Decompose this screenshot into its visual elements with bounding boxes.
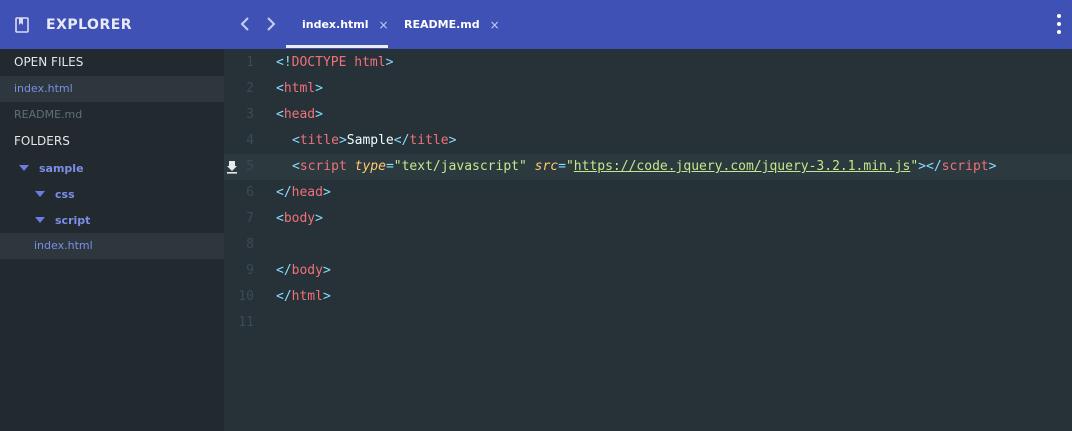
code-line: 3 <head> xyxy=(224,102,1072,128)
line-number: 3 xyxy=(246,107,254,122)
more-options-icon[interactable] xyxy=(1056,14,1062,34)
tab-bar: index.html × README.md × xyxy=(224,0,1072,49)
line-number: 8 xyxy=(246,237,254,252)
folder-label: script xyxy=(55,213,91,227)
explorer-sidebar: EXPLORER OPEN FILES index.html README.md… xyxy=(0,0,224,431)
code-line: 6 </head> xyxy=(224,180,1072,206)
close-icon[interactable]: × xyxy=(379,18,389,32)
code-line: 2 <html> xyxy=(224,76,1072,102)
folder-css[interactable]: css xyxy=(0,181,224,207)
line-number: 6 xyxy=(246,185,254,200)
book-icon xyxy=(15,16,29,33)
folder-label: sample xyxy=(39,161,84,175)
code-line: 10 </html> xyxy=(224,284,1072,310)
line-number: 5 xyxy=(246,159,254,174)
open-file-readme[interactable]: README.md xyxy=(0,102,224,128)
tab-index-html[interactable]: index.html × xyxy=(302,0,389,49)
tab-label: index.html xyxy=(302,18,369,31)
code-line-current: 5 <script type="text/javascript" src="ht… xyxy=(224,154,1072,180)
open-file-index-html[interactable]: index.html xyxy=(0,76,224,102)
line-number: 9 xyxy=(246,263,254,278)
code-line: 11 xyxy=(224,310,1072,336)
editor-app: EXPLORER OPEN FILES index.html README.md… xyxy=(0,0,1072,431)
folder-expanded-icon xyxy=(35,217,45,223)
line-number: 10 xyxy=(238,289,254,304)
open-files-title: OPEN FILES xyxy=(14,55,84,69)
tab-readme[interactable]: README.md × xyxy=(404,0,500,49)
back-chevron-icon[interactable] xyxy=(236,14,254,34)
line-number: 4 xyxy=(246,133,254,148)
tab-label: README.md xyxy=(404,18,480,31)
close-icon[interactable]: × xyxy=(490,18,500,32)
code-line: 8 xyxy=(224,232,1072,258)
code-line: 1 <!DOCTYPE html> xyxy=(224,50,1072,76)
line-number: 11 xyxy=(238,315,254,330)
explorer-title: EXPLORER xyxy=(46,16,133,33)
forward-chevron-icon[interactable] xyxy=(262,14,280,34)
line-number: 2 xyxy=(246,81,254,96)
code-editor[interactable]: 1 <!DOCTYPE html> 2 <html> 3 <head> 4 <t… xyxy=(224,49,1072,431)
line-number: 1 xyxy=(246,55,254,70)
folder-script[interactable]: script xyxy=(0,207,224,233)
line-number: 7 xyxy=(246,211,254,226)
code-line: 9 </body> xyxy=(224,258,1072,284)
folders-title: FOLDERS xyxy=(14,134,70,148)
folder-label: css xyxy=(55,187,75,201)
folder-expanded-icon xyxy=(19,165,29,171)
code-line: 4 <title>Sample</title> xyxy=(224,128,1072,154)
active-tab-indicator xyxy=(286,45,388,48)
folder-sample[interactable]: sample xyxy=(0,155,224,181)
tree-file-index-html[interactable]: index.html xyxy=(0,233,224,259)
explorer-header: EXPLORER xyxy=(0,0,224,49)
folder-expanded-icon xyxy=(35,191,45,197)
src-url-link[interactable]: https://code.jquery.com/jquery-3.2.1.min… xyxy=(574,159,911,174)
code-line: 7 <body> xyxy=(224,206,1072,232)
